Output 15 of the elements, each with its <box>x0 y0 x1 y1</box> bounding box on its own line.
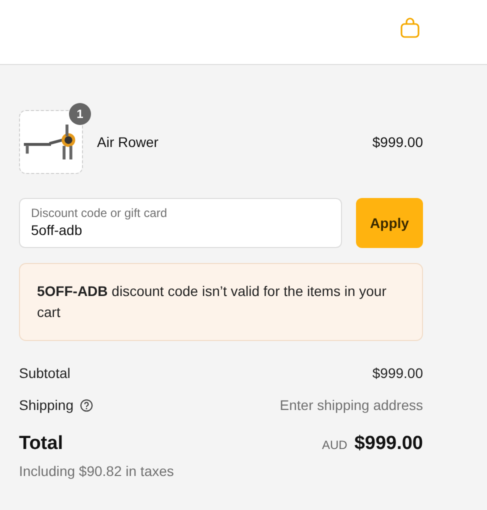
summary-label: Subtotal <box>19 365 70 381</box>
apply-button[interactable]: Apply <box>356 198 423 248</box>
summary-value: $999.00 <box>372 365 423 381</box>
help-icon[interactable] <box>80 398 92 412</box>
total-amount: $999.00 <box>354 433 423 455</box>
taxes-note: Including $90.82 in taxes <box>19 463 175 479</box>
currency-code: AUD <box>322 438 348 452</box>
quantity-badge: 1 <box>69 103 91 125</box>
discount-code-field[interactable]: Discount code or gift card 5off-adb <box>19 198 342 248</box>
total-label: Total <box>19 433 63 455</box>
product-name: Air Rower <box>97 134 160 150</box>
product-price: $999.00 <box>372 134 423 150</box>
summary-label: Shipping <box>19 397 74 413</box>
error-message: 5OFF-ADB discount code isn’t valid for the items in your cart <box>19 263 423 341</box>
summary-value: Enter shipping address <box>280 397 423 413</box>
